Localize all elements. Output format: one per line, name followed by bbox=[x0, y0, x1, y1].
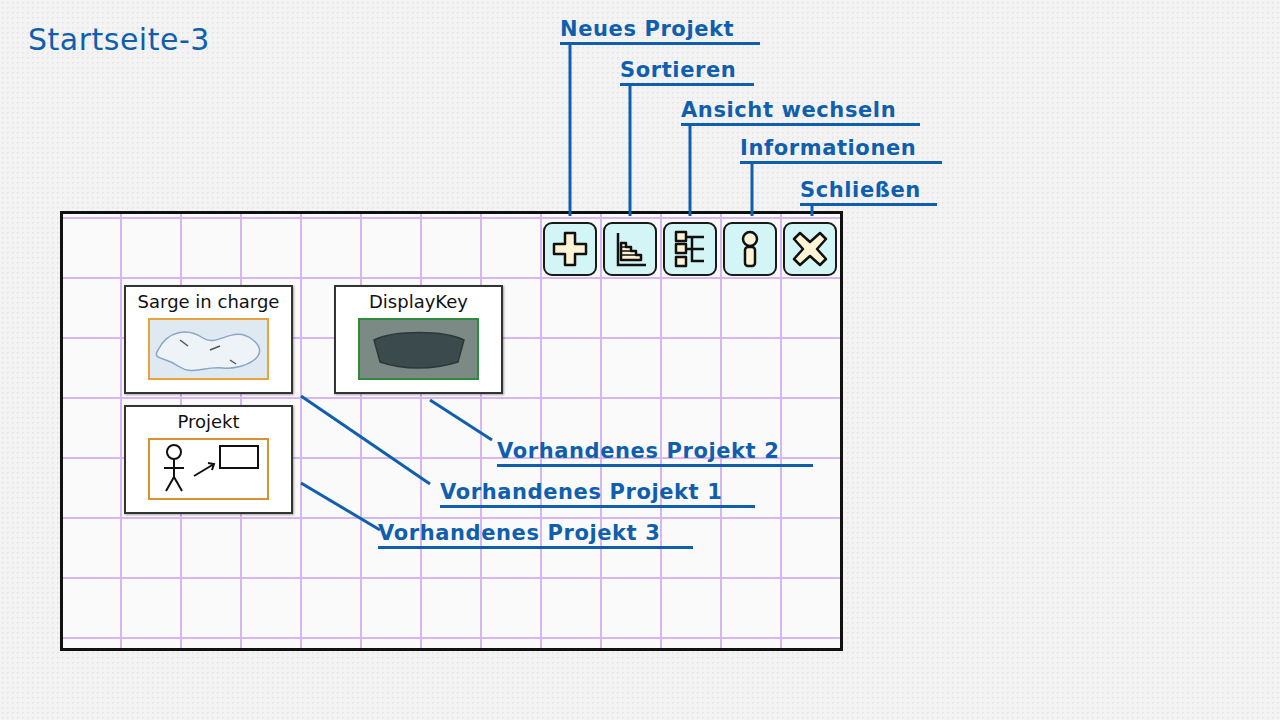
annotation-label: Neues Projekt bbox=[560, 16, 760, 45]
map-sketch-icon bbox=[150, 320, 267, 378]
start-canvas: Sarge in charge DisplayKey Projekt bbox=[60, 211, 843, 651]
annotation-label: Informationen bbox=[740, 135, 942, 164]
sort-button[interactable] bbox=[603, 222, 657, 276]
sort-icon bbox=[610, 229, 650, 269]
toolbar bbox=[63, 214, 840, 276]
project-name: DisplayKey bbox=[369, 289, 468, 315]
annotation-label: Vorhandenes Projekt 2 bbox=[497, 438, 813, 467]
project-card[interactable]: Projekt bbox=[124, 405, 293, 514]
annotation-label: Schließen bbox=[800, 177, 937, 206]
info-button[interactable] bbox=[723, 222, 777, 276]
close-button[interactable] bbox=[783, 222, 837, 276]
project-thumbnail bbox=[148, 318, 269, 380]
plus-icon bbox=[550, 229, 590, 269]
project-name: Sarge in charge bbox=[138, 289, 280, 315]
annotation-label: Vorhandenes Projekt 3 bbox=[378, 520, 693, 549]
annotation-label: Vorhandenes Projekt 1 bbox=[440, 479, 755, 508]
annotation-lines bbox=[0, 0, 1280, 720]
page: Startseite-3Sarge in chargeDisplayKeyPro… bbox=[0, 0, 1280, 720]
stick-figure-icon bbox=[150, 440, 267, 498]
info-icon bbox=[730, 229, 770, 269]
annotation-label: Sortieren bbox=[620, 57, 754, 86]
annotation-label: Ansicht wechseln bbox=[681, 97, 920, 126]
new-project-button[interactable] bbox=[543, 222, 597, 276]
list-view-icon bbox=[670, 229, 710, 269]
project-thumbnail bbox=[358, 318, 479, 380]
project-card[interactable]: DisplayKey bbox=[334, 285, 503, 394]
project-card[interactable]: Sarge in charge bbox=[124, 285, 293, 394]
photo-icon bbox=[360, 320, 477, 378]
project-name: Projekt bbox=[177, 409, 239, 435]
project-thumbnail bbox=[148, 438, 269, 500]
view-switch-button[interactable] bbox=[663, 222, 717, 276]
close-icon bbox=[790, 229, 830, 269]
